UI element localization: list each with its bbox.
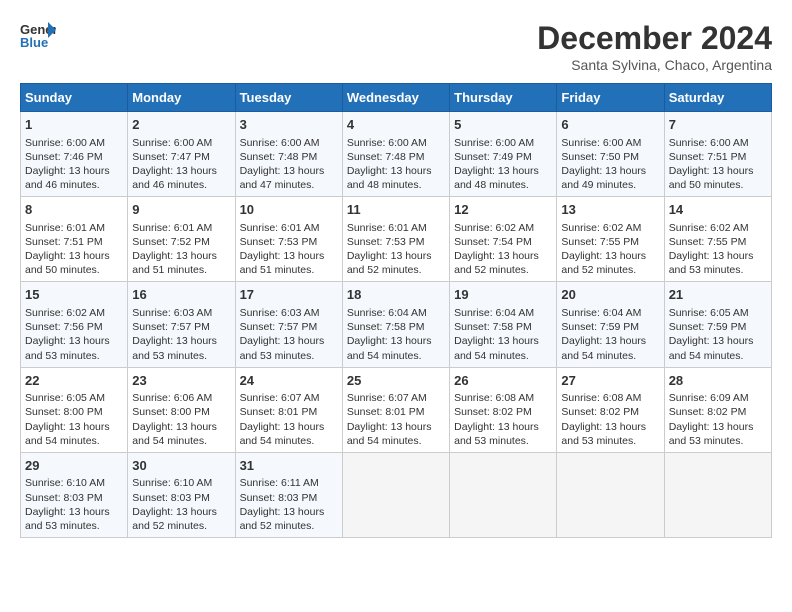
day-number: 20 bbox=[561, 286, 659, 304]
table-row: 3Sunrise: 6:00 AMSunset: 7:48 PMDaylight… bbox=[235, 112, 342, 197]
day-number: 27 bbox=[561, 372, 659, 390]
table-row: 6Sunrise: 6:00 AMSunset: 7:50 PMDaylight… bbox=[557, 112, 664, 197]
day-number: 17 bbox=[240, 286, 338, 304]
table-row: 14Sunrise: 6:02 AMSunset: 7:55 PMDayligh… bbox=[664, 197, 771, 282]
table-row: 12Sunrise: 6:02 AMSunset: 7:54 PMDayligh… bbox=[450, 197, 557, 282]
header-monday: Monday bbox=[128, 84, 235, 112]
header-wednesday: Wednesday bbox=[342, 84, 449, 112]
day-number: 10 bbox=[240, 201, 338, 219]
table-row: 15Sunrise: 6:02 AMSunset: 7:56 PMDayligh… bbox=[21, 282, 128, 367]
table-row: 26Sunrise: 6:08 AMSunset: 8:02 PMDayligh… bbox=[450, 367, 557, 452]
day-number: 23 bbox=[132, 372, 230, 390]
day-number: 13 bbox=[561, 201, 659, 219]
table-row: 7Sunrise: 6:00 AMSunset: 7:51 PMDaylight… bbox=[664, 112, 771, 197]
svg-text:Blue: Blue bbox=[20, 35, 48, 50]
day-number: 2 bbox=[132, 116, 230, 134]
table-row: 20Sunrise: 6:04 AMSunset: 7:59 PMDayligh… bbox=[557, 282, 664, 367]
table-row bbox=[557, 452, 664, 537]
header-sunday: Sunday bbox=[21, 84, 128, 112]
calendar-week-row: 1Sunrise: 6:00 AMSunset: 7:46 PMDaylight… bbox=[21, 112, 772, 197]
table-row bbox=[664, 452, 771, 537]
day-number: 8 bbox=[25, 201, 123, 219]
day-number: 1 bbox=[25, 116, 123, 134]
calendar-table: Sunday Monday Tuesday Wednesday Thursday… bbox=[20, 83, 772, 538]
table-row: 1Sunrise: 6:00 AMSunset: 7:46 PMDaylight… bbox=[21, 112, 128, 197]
table-row: 24Sunrise: 6:07 AMSunset: 8:01 PMDayligh… bbox=[235, 367, 342, 452]
table-row: 13Sunrise: 6:02 AMSunset: 7:55 PMDayligh… bbox=[557, 197, 664, 282]
day-number: 5 bbox=[454, 116, 552, 134]
day-number: 16 bbox=[132, 286, 230, 304]
day-number: 29 bbox=[25, 457, 123, 475]
table-row: 25Sunrise: 6:07 AMSunset: 8:01 PMDayligh… bbox=[342, 367, 449, 452]
table-row: 21Sunrise: 6:05 AMSunset: 7:59 PMDayligh… bbox=[664, 282, 771, 367]
logo: General Blue bbox=[20, 20, 56, 50]
day-number: 22 bbox=[25, 372, 123, 390]
day-number: 7 bbox=[669, 116, 767, 134]
page-header: General Blue December 2024 Santa Sylvina… bbox=[20, 20, 772, 73]
table-row: 11Sunrise: 6:01 AMSunset: 7:53 PMDayligh… bbox=[342, 197, 449, 282]
day-number: 4 bbox=[347, 116, 445, 134]
calendar-header-row: Sunday Monday Tuesday Wednesday Thursday… bbox=[21, 84, 772, 112]
table-row: 29Sunrise: 6:10 AMSunset: 8:03 PMDayligh… bbox=[21, 452, 128, 537]
table-row: 10Sunrise: 6:01 AMSunset: 7:53 PMDayligh… bbox=[235, 197, 342, 282]
header-friday: Friday bbox=[557, 84, 664, 112]
table-row: 18Sunrise: 6:04 AMSunset: 7:58 PMDayligh… bbox=[342, 282, 449, 367]
day-number: 18 bbox=[347, 286, 445, 304]
calendar-week-row: 8Sunrise: 6:01 AMSunset: 7:51 PMDaylight… bbox=[21, 197, 772, 282]
table-row: 23Sunrise: 6:06 AMSunset: 8:00 PMDayligh… bbox=[128, 367, 235, 452]
day-number: 21 bbox=[669, 286, 767, 304]
day-number: 15 bbox=[25, 286, 123, 304]
table-row: 16Sunrise: 6:03 AMSunset: 7:57 PMDayligh… bbox=[128, 282, 235, 367]
table-row: 4Sunrise: 6:00 AMSunset: 7:48 PMDaylight… bbox=[342, 112, 449, 197]
day-number: 19 bbox=[454, 286, 552, 304]
day-number: 30 bbox=[132, 457, 230, 475]
location-subtitle: Santa Sylvina, Chaco, Argentina bbox=[537, 57, 772, 73]
day-number: 24 bbox=[240, 372, 338, 390]
calendar-week-row: 22Sunrise: 6:05 AMSunset: 8:00 PMDayligh… bbox=[21, 367, 772, 452]
calendar-week-row: 15Sunrise: 6:02 AMSunset: 7:56 PMDayligh… bbox=[21, 282, 772, 367]
logo-icon: General Blue bbox=[20, 20, 56, 50]
calendar-week-row: 29Sunrise: 6:10 AMSunset: 8:03 PMDayligh… bbox=[21, 452, 772, 537]
day-number: 31 bbox=[240, 457, 338, 475]
table-row: 27Sunrise: 6:08 AMSunset: 8:02 PMDayligh… bbox=[557, 367, 664, 452]
table-row: 31Sunrise: 6:11 AMSunset: 8:03 PMDayligh… bbox=[235, 452, 342, 537]
header-tuesday: Tuesday bbox=[235, 84, 342, 112]
table-row: 19Sunrise: 6:04 AMSunset: 7:58 PMDayligh… bbox=[450, 282, 557, 367]
table-row bbox=[450, 452, 557, 537]
table-row: 2Sunrise: 6:00 AMSunset: 7:47 PMDaylight… bbox=[128, 112, 235, 197]
title-block: December 2024 Santa Sylvina, Chaco, Arge… bbox=[537, 20, 772, 73]
table-row: 9Sunrise: 6:01 AMSunset: 7:52 PMDaylight… bbox=[128, 197, 235, 282]
day-number: 25 bbox=[347, 372, 445, 390]
day-number: 26 bbox=[454, 372, 552, 390]
day-number: 3 bbox=[240, 116, 338, 134]
table-row bbox=[342, 452, 449, 537]
header-thursday: Thursday bbox=[450, 84, 557, 112]
table-row: 8Sunrise: 6:01 AMSunset: 7:51 PMDaylight… bbox=[21, 197, 128, 282]
table-row: 22Sunrise: 6:05 AMSunset: 8:00 PMDayligh… bbox=[21, 367, 128, 452]
table-row: 28Sunrise: 6:09 AMSunset: 8:02 PMDayligh… bbox=[664, 367, 771, 452]
day-number: 12 bbox=[454, 201, 552, 219]
table-row: 30Sunrise: 6:10 AMSunset: 8:03 PMDayligh… bbox=[128, 452, 235, 537]
day-number: 11 bbox=[347, 201, 445, 219]
day-number: 9 bbox=[132, 201, 230, 219]
day-number: 6 bbox=[561, 116, 659, 134]
month-title: December 2024 bbox=[537, 20, 772, 57]
day-number: 14 bbox=[669, 201, 767, 219]
day-number: 28 bbox=[669, 372, 767, 390]
header-saturday: Saturday bbox=[664, 84, 771, 112]
table-row: 17Sunrise: 6:03 AMSunset: 7:57 PMDayligh… bbox=[235, 282, 342, 367]
table-row: 5Sunrise: 6:00 AMSunset: 7:49 PMDaylight… bbox=[450, 112, 557, 197]
